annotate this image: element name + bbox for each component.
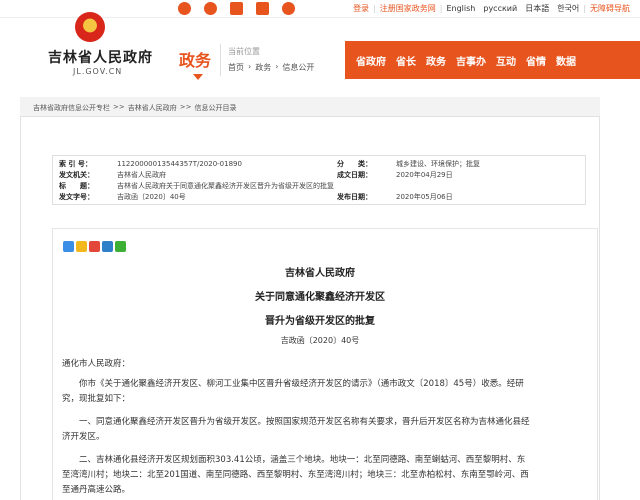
doc-title-line1: 关于同意通化聚鑫经济开发区 xyxy=(255,292,385,303)
meta-docno: 发文字号： xyxy=(59,193,94,202)
wechat-share-icon[interactable] xyxy=(115,241,126,252)
meta-title-label: 标 题： xyxy=(59,182,94,190)
nav-item-provincial-government[interactable]: 省政府 xyxy=(345,53,391,68)
breadcrumb-info-column[interactable]: 吉林省政府信息公开专栏 xyxy=(33,103,110,113)
accessibility-icon[interactable] xyxy=(282,2,295,15)
meta-docno-label: 发文字号： xyxy=(59,193,94,201)
accessible-nav-link[interactable]: 无障碍导航 xyxy=(586,3,634,14)
doc-para1-line1: 你市《关于通化聚鑫经济开发区、柳河工业集中区晋升省级经济开发区的请示》（通市政文… xyxy=(79,379,524,389)
nav-item-governor[interactable]: 省长 xyxy=(391,53,421,68)
meta-category-value-wrap: 城乡建设、环境保护；批复 xyxy=(396,160,480,169)
login-link[interactable]: 登录 xyxy=(349,3,373,14)
location-label: 当前位置 xyxy=(228,47,260,56)
meta-title: 标 题： xyxy=(59,182,94,191)
meta-pubdate: 发布日期： xyxy=(337,193,372,202)
header-divider xyxy=(220,44,221,76)
location-affairs-link[interactable]: 政务 xyxy=(255,62,271,73)
location-home-link[interactable]: 首页 xyxy=(228,62,244,73)
doc-para2-line1: 一、同意通化聚鑫经济开发区晋升为省级开发区。按照国家规范开发区名称有关要求，晋升… xyxy=(79,417,530,427)
top-links: 登录 | 注册国家政务网 | English русский 日本語 한국어 |… xyxy=(349,3,634,14)
nav-item-interaction[interactable]: 互动 xyxy=(491,53,521,68)
meta-pubdate-value-wrap: 2020年05月06日 xyxy=(396,193,453,202)
meta-index-value: 11220000013544357T/2020-01890 xyxy=(117,160,242,168)
doc-salutation: 通化市人民政府： xyxy=(62,359,131,369)
meta-pubdate-value: 2020年05月06日 xyxy=(396,193,453,201)
wechat-icon[interactable] xyxy=(204,2,217,15)
metadata-table: 索 引 号： 11220000013544357T/2020-01890 分 类… xyxy=(52,155,586,205)
doc-number: 吉政函〔2020〕40号 xyxy=(280,336,360,345)
breadcrumb: 吉林省政府信息公开专栏 >> 吉林省人民政府 >> 信息公开目录 xyxy=(33,103,236,113)
app-icon[interactable] xyxy=(230,2,243,15)
doc-para2-line2: 济开发区。 xyxy=(62,432,105,442)
meta-category-label: 分 类： xyxy=(337,160,372,168)
meta-date: 成文日期： xyxy=(337,171,372,180)
korean-link[interactable]: 한국어 xyxy=(553,3,583,14)
doc-issuer: 吉林省人民政府 xyxy=(285,268,355,279)
weibo-share-icon[interactable] xyxy=(89,241,100,252)
meta-category-value: 城乡建设、环境保护；批复 xyxy=(396,160,480,168)
nav-item-affairs[interactable]: 政务 xyxy=(421,53,451,68)
meta-category: 分 类： xyxy=(337,160,372,169)
doc-para3-line2: 至湾湾川村；地块二：北至201国道、南至同德路、西至黎明村、东至湾湾川村；地块三… xyxy=(62,470,529,480)
weibo-icon[interactable] xyxy=(178,2,191,15)
meta-title-value-wrap: 吉林省人民政府关于同意通化聚鑫经济开发区晋升为省级开发区的批复 xyxy=(117,182,334,191)
meta-issuer-label: 发文机关： xyxy=(59,171,94,179)
national-emblem-logo[interactable] xyxy=(75,12,105,42)
register-link[interactable]: 注册国家政务网 xyxy=(376,3,440,14)
meta-title-value: 吉林省人民政府关于同意通化聚鑫经济开发区晋升为省级开发区的批复 xyxy=(117,182,334,190)
feedback-icon[interactable] xyxy=(256,2,269,15)
meta-date-value-wrap: 2020年04月29日 xyxy=(396,171,453,180)
section-title: 政务 xyxy=(179,51,212,70)
main-nav: 省政府 省长 政务 吉事办 互动 省情 数据 xyxy=(345,41,640,79)
breadcrumb-sep: >> xyxy=(179,103,192,111)
doc-para3-line3: 至通丹高速公路。 xyxy=(62,485,131,495)
doc-para1-line2: 究，现批复如下： xyxy=(62,394,131,404)
meta-docno-value-wrap: 吉政函〔2020〕40号 xyxy=(117,193,186,202)
location-info-link[interactable]: 信息公开 xyxy=(282,62,314,73)
meta-pubdate-label: 发布日期： xyxy=(337,193,372,201)
section-arrow-icon xyxy=(193,74,203,80)
meta-docno-value: 吉政函〔2020〕40号 xyxy=(117,193,186,201)
meta-index-label: 索 引 号： xyxy=(59,160,92,168)
meta-index: 索 引 号： xyxy=(59,160,92,169)
site-title[interactable]: 吉林省人民政府 xyxy=(48,47,153,67)
meta-issuer-value-wrap: 吉林省人民政府 xyxy=(117,171,166,180)
breadcrumb-provincial-government[interactable]: 吉林省人民政府 xyxy=(128,103,177,113)
nav-item-province-info[interactable]: 省情 xyxy=(521,53,551,68)
doc-para3-line1: 二、吉林通化县经济开发区规划面积303.41公顷，涵盖三个地块。地块一：北至同德… xyxy=(79,455,526,465)
nav-item-data[interactable]: 数据 xyxy=(551,53,581,68)
qzone-icon[interactable] xyxy=(76,241,87,252)
meta-index-value-wrap: 11220000013544357T/2020-01890 xyxy=(117,160,242,169)
nav-item-services[interactable]: 吉事办 xyxy=(451,53,491,68)
renren-icon[interactable] xyxy=(102,241,113,252)
location-path: 首页 › 政务 › 信息公开 xyxy=(228,62,314,73)
doc-title-line2: 晋升为省级开发区的批复 xyxy=(265,316,375,327)
share-plus-icon[interactable] xyxy=(63,241,74,252)
japanese-link[interactable]: 日本語 xyxy=(521,3,553,14)
breadcrumb-bar: 吉林省政府信息公开专栏 >> 吉林省人民政府 >> 信息公开目录 xyxy=(20,97,600,117)
meta-date-label: 成文日期： xyxy=(337,171,372,179)
site-domain: JL.GOV.CN xyxy=(73,67,123,76)
location-sep: › xyxy=(248,62,252,71)
english-link[interactable]: English xyxy=(442,4,479,13)
location-sep: › xyxy=(275,62,279,71)
meta-date-value: 2020年04月29日 xyxy=(396,171,453,179)
breadcrumb-info-directory[interactable]: 信息公开目录 xyxy=(194,103,236,113)
breadcrumb-sep: >> xyxy=(113,103,125,111)
social-links xyxy=(178,2,295,15)
share-bar xyxy=(63,241,126,252)
meta-issuer-value: 吉林省人民政府 xyxy=(117,171,166,179)
russian-link[interactable]: русский xyxy=(479,4,521,13)
meta-issuer: 发文机关： xyxy=(59,171,94,180)
